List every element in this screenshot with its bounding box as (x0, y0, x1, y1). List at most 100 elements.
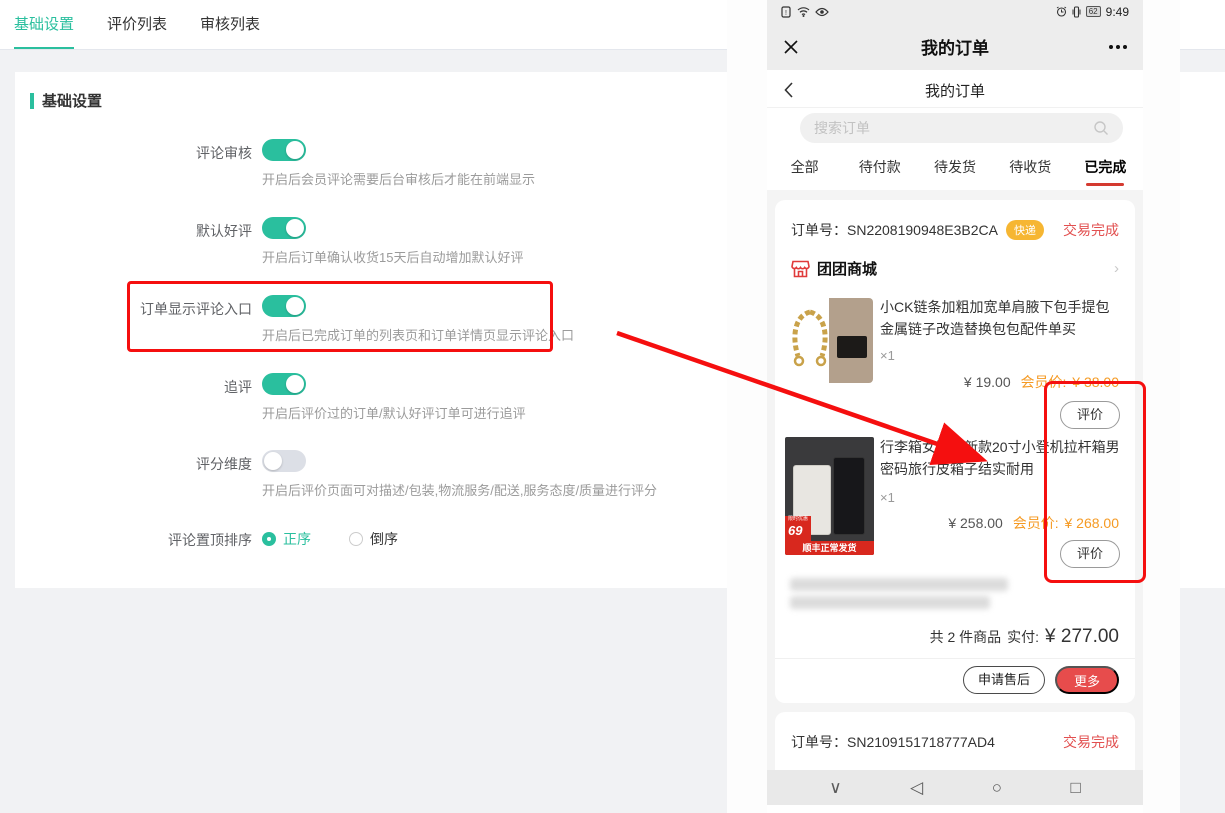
alarm-icon (1056, 6, 1067, 17)
price: ¥ 19.00 (964, 374, 1011, 390)
member-price: ¥ 38.00 (1072, 374, 1119, 390)
product-price-row: ¥ 258.00 会员价: ¥ 268.00 (880, 513, 1119, 533)
search-placeholder: 搜索订单 (814, 118, 870, 138)
radio-selected-icon (262, 532, 276, 546)
product-title[interactable]: 行李箱女网红新款20寸小登机拉杆箱男密码旅行皮箱子结实耐用 (880, 436, 1122, 480)
phone-screen: ! 62 9:49 我的订单 我的订单 (767, 0, 1143, 813)
order-status: 交易完成 (1063, 732, 1119, 752)
svg-text:!: ! (785, 10, 787, 17)
radio-label: 倒序 (370, 529, 398, 549)
order-no: SN2208190948E3B2CA (847, 222, 998, 238)
tab-basic-settings[interactable]: 基础设置 (14, 0, 74, 49)
battery-icon: 62 (1086, 6, 1101, 17)
black-suitcase-photo (833, 457, 865, 535)
form-label: 评分维度 (0, 454, 252, 474)
search-input[interactable]: 搜索订单 (800, 113, 1123, 143)
form-label: 默认好评 (0, 221, 252, 241)
toggle-knob (286, 219, 304, 237)
follow-up-review-toggle[interactable] (262, 373, 306, 395)
search-row: 搜索订单 (767, 108, 1143, 148)
price: ¥ 258.00 (948, 515, 1003, 531)
product-image[interactable] (788, 298, 873, 383)
tab-completed[interactable]: 已完成 (1068, 148, 1143, 190)
form-desc: 开启后评价页面可对描述/包装,物流服务/配送,服务态度/质量进行评分 (262, 480, 657, 499)
more-icon[interactable] (1109, 45, 1127, 49)
chevron-right-icon: › (1114, 260, 1119, 277)
shop-row[interactable]: 团团商城 › (791, 258, 1119, 279)
promo-price-badge: 限时优惠 69 (785, 516, 811, 541)
search-icon (1093, 120, 1109, 136)
form-desc: 开启后会员评论需要后台审核后才能在前端显示 (262, 169, 535, 188)
product-qty: ×1 (880, 490, 895, 505)
order-summary: 共 2 件商品 实付: ¥ 277.00 (930, 626, 1119, 648)
product-qty: ×1 (880, 348, 895, 363)
product-title[interactable]: 小CK链条加粗加宽单肩腋下包手提包金属链子改造替换包包配件单买 (880, 296, 1122, 340)
more-button[interactable]: 更多 (1055, 666, 1119, 694)
vibrate-icon (1072, 6, 1081, 18)
summary-label: 实付: (1007, 627, 1039, 647)
form-label: 订单显示评论入口 (0, 299, 252, 319)
order-status-tabs: 全部 待付款 待发货 待收货 已完成 (767, 148, 1143, 190)
review-button[interactable]: 评价 (1060, 540, 1120, 568)
toggle-knob (286, 141, 304, 159)
sim-alert-icon: ! (781, 6, 792, 18)
divider (775, 658, 1135, 659)
page-subheader: 我的订单 (767, 70, 1143, 108)
section-accent-bar (30, 93, 34, 109)
default-good-review-toggle[interactable] (262, 217, 306, 239)
shop-name: 团团商城 (817, 258, 877, 279)
summary-amount: ¥ 277.00 (1045, 626, 1119, 648)
tab-all[interactable]: 全部 (767, 148, 842, 190)
after-sale-button[interactable]: 申请售后 (963, 666, 1045, 694)
product-price-row: ¥ 19.00 会员价: ¥ 38.00 (880, 372, 1119, 392)
gold-chain-graphic (790, 308, 830, 376)
order-status: 交易完成 (1063, 220, 1119, 240)
status-bar: ! 62 9:49 (767, 0, 1143, 23)
shipping-banner: 顺丰正常发货 (785, 541, 874, 555)
nav-back-icon[interactable]: ◁ (910, 778, 923, 798)
order-header: 订单号： SN2109151718777AD4 交易完成 (791, 732, 1119, 752)
subheader-title: 我的订单 (767, 80, 1143, 101)
close-icon[interactable] (783, 39, 799, 55)
tab-review-list[interactable]: 评价列表 (107, 0, 167, 49)
member-price-label: 会员价: (1021, 374, 1067, 390)
mini-program-titlebar: 我的订单 (767, 23, 1143, 70)
form-desc: 开启后订单确认收货15天后自动增加默认好评 (262, 247, 523, 266)
member-price: ¥ 268.00 (1065, 515, 1120, 531)
tab-pending-receipt[interactable]: 待收货 (993, 148, 1068, 190)
rating-dimension-toggle[interactable] (262, 450, 306, 472)
page-title: 我的订单 (767, 34, 1143, 59)
order-header: 订单号： SN2208190948E3B2CA 快递 交易完成 (791, 220, 1119, 240)
nav-recent-icon[interactable]: □ (1070, 778, 1080, 798)
eye-icon (815, 7, 829, 17)
order-review-entry-toggle[interactable] (262, 295, 306, 317)
order-no: SN2109151718777AD4 (847, 734, 995, 750)
toggle-knob (264, 452, 282, 470)
tab-audit-list[interactable]: 审核列表 (200, 0, 260, 49)
tab-pending-payment[interactable]: 待付款 (842, 148, 917, 190)
order-no-label: 订单号： (791, 732, 847, 752)
form-label: 评论置顶排序 (0, 530, 252, 550)
comment-audit-toggle[interactable] (262, 139, 306, 161)
radio-label: 正序 (283, 529, 311, 549)
member-price-label: 会员价: (1013, 515, 1059, 531)
product-image[interactable]: 限时优惠 69 顺丰正常发货 (785, 437, 874, 555)
status-time: 9:49 (1106, 5, 1129, 19)
tab-pending-shipment[interactable]: 待发货 (917, 148, 992, 190)
radio-unselected-icon (349, 532, 363, 546)
store-icon (791, 260, 810, 278)
order-no-label: 订单号： (791, 220, 847, 240)
radio-descending[interactable]: 倒序 (349, 529, 398, 549)
review-button[interactable]: 评价 (1060, 401, 1120, 429)
nav-hide-icon[interactable]: ∨ (829, 778, 841, 798)
wifi-icon (797, 6, 810, 17)
section-title: 基础设置 (42, 90, 102, 111)
bag-photo (837, 336, 867, 358)
nav-home-icon[interactable]: ○ (992, 778, 1002, 798)
redacted-text (790, 596, 990, 609)
toggle-knob (286, 375, 304, 393)
screen: 基础设置 评价列表 审核列表 基础设置 评论审核 开启后会员评论需要后台审核后才… (0, 0, 1225, 813)
phone-bottom-strip (767, 805, 1143, 813)
form-label: 评论审核 (0, 143, 252, 163)
radio-ascending[interactable]: 正序 (262, 529, 311, 549)
